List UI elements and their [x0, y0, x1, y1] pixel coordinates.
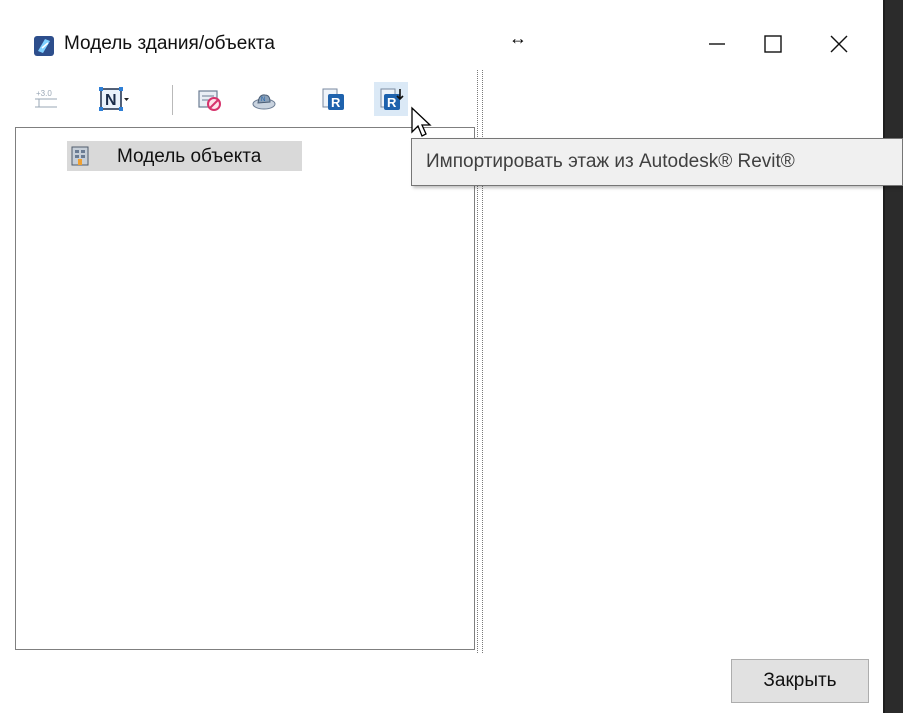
svg-text:R: R — [387, 95, 397, 110]
window-title: Модель здания/объекта — [64, 33, 275, 54]
tooltip-text: Импортировать этаж из Autodesk® Revit® — [426, 151, 795, 172]
close-icon — [830, 35, 848, 53]
revit-button[interactable]: R — [316, 82, 350, 116]
close-window-button[interactable] — [810, 22, 868, 66]
app-logo-icon — [34, 36, 54, 56]
svg-text:R: R — [331, 95, 341, 110]
elevation-icon: +3.0 — [35, 89, 57, 108]
revit-icon: R — [322, 88, 344, 110]
north-arrow-icon: N — [99, 87, 129, 111]
building-icon — [71, 146, 89, 166]
tree-item-model[interactable]: Модель объекта — [67, 141, 302, 171]
title-bar[interactable]: Модель здания/объекта ↔ — [0, 0, 883, 84]
svg-text:N: N — [105, 92, 117, 109]
mouse-cursor-icon — [411, 106, 432, 137]
prohibit-layer-icon — [198, 90, 221, 111]
elevation-button[interactable]: +3.0 — [28, 82, 62, 116]
resize-cursor-icon: ↔ — [509, 28, 527, 48]
close-button[interactable]: Закрыть — [731, 659, 869, 703]
dialog-window: Модель здания/объекта ↔ +3.0 N N R R Мод… — [0, 0, 885, 713]
import-floor-revit-button[interactable]: R — [374, 82, 408, 116]
tree-item-label: Модель объекта — [117, 146, 262, 167]
maximize-button[interactable] — [744, 22, 802, 66]
cloud-model-icon: N — [252, 94, 276, 110]
minimize-button[interactable] — [688, 22, 746, 66]
tooltip: Импортировать этаж из Autodesk® Revit® — [411, 138, 903, 186]
revit-import-floor-icon: R — [380, 88, 404, 110]
toolbar: +3.0 N N R R — [28, 82, 468, 122]
prohibit-layer-button[interactable] — [192, 82, 226, 116]
minimize-icon — [709, 43, 725, 45]
toolbar-separator — [172, 85, 173, 115]
svg-text:N: N — [261, 97, 265, 103]
cloud-model-button[interactable]: N — [246, 82, 280, 116]
north-arrow-button[interactable]: N — [94, 82, 134, 116]
maximize-icon — [764, 35, 782, 53]
model-tree: Модель объекта — [15, 127, 475, 650]
svg-text:+3.0: +3.0 — [36, 89, 52, 98]
